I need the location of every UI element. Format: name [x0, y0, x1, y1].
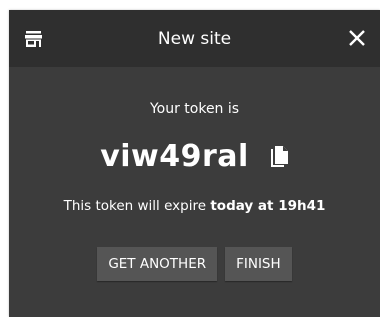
finish-button[interactable]: FINISH [225, 247, 292, 281]
token-value[interactable]: viw49ral [100, 139, 249, 174]
store-icon [25, 31, 42, 47]
close-icon [349, 30, 365, 46]
expire-time: today at 19h41 [210, 198, 326, 214]
dialog-titlebar: New site [9, 10, 380, 67]
token-label: Your token is [149, 101, 240, 117]
close-button[interactable] [344, 25, 370, 51]
dialog-actions: GET ANOTHER FINISH [9, 247, 380, 281]
copy-icon [271, 145, 289, 167]
token-row: viw49ral [9, 135, 380, 177]
dialog-content: Your token is viw49ral This token will e… [9, 99, 380, 281]
get-another-button[interactable]: GET ANOTHER [97, 247, 218, 281]
copy-button[interactable] [271, 145, 289, 167]
expire-prefix: This token will expire [63, 198, 207, 214]
new-site-dialog: New site Your token is viw49ral This tok… [9, 10, 380, 317]
expire-notice: This token will expire today at 19h41 [9, 196, 380, 216]
dialog-title: New site [157, 28, 232, 49]
